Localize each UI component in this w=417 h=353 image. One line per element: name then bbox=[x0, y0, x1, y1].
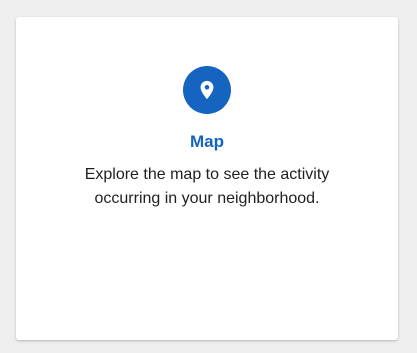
card-description-line-2: occurring in your neighborhood. bbox=[94, 190, 320, 207]
card-description-line-1: Explore the map to see the activity bbox=[84, 166, 330, 183]
map-pin-icon bbox=[183, 66, 231, 114]
card-description: Explore the map to see the activity occu… bbox=[36, 163, 378, 211]
card-title[interactable]: Map bbox=[16, 132, 398, 152]
map-pin-icon-glyph bbox=[200, 80, 214, 100]
map-card[interactable]: Map Explore the map to see the activity … bbox=[16, 17, 398, 340]
